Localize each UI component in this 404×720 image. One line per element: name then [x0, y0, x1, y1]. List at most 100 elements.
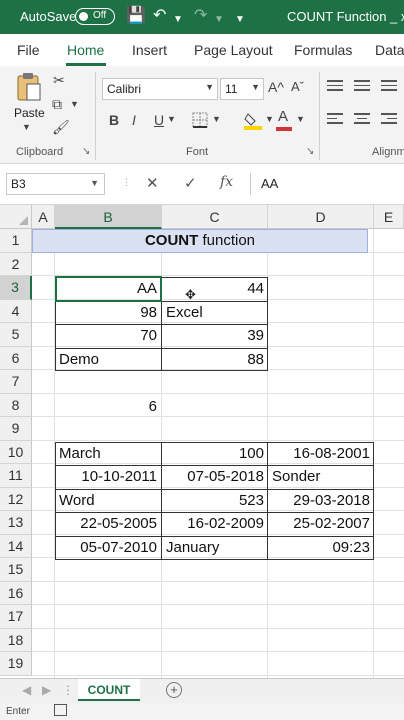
- shrink-font-icon[interactable]: Aˇ: [291, 79, 304, 94]
- cell-c10[interactable]: 100: [162, 442, 268, 466]
- row-header-8[interactable]: 8: [0, 393, 32, 417]
- align-bottom-icon[interactable]: [381, 80, 397, 94]
- borders-dropdown-icon[interactable]: ▼: [212, 114, 221, 124]
- font-color-dropdown-icon[interactable]: ▼: [296, 114, 305, 124]
- align-left-icon[interactable]: [327, 113, 343, 127]
- cell-d14[interactable]: 09:23: [268, 536, 374, 560]
- cell-b10[interactable]: March: [55, 442, 161, 466]
- fill-color-icon[interactable]: [244, 110, 262, 130]
- row-header-9[interactable]: 9: [0, 417, 32, 441]
- cell-b5[interactable]: 70: [55, 324, 161, 348]
- tab-page-layout[interactable]: Page Layout: [194, 42, 273, 58]
- cell-c4[interactable]: Excel: [162, 301, 268, 325]
- cell-b8[interactable]: 6: [55, 395, 161, 419]
- cell-b11[interactable]: 10-10-2011: [55, 465, 161, 489]
- cell-b14[interactable]: 05-07-2010: [55, 536, 161, 560]
- borders-icon[interactable]: [192, 112, 208, 128]
- redo-icon[interactable]: ↷: [194, 7, 207, 25]
- font-color-icon[interactable]: A: [278, 108, 288, 125]
- row-header-2[interactable]: 2: [0, 252, 32, 276]
- column-header-c[interactable]: C: [162, 205, 268, 229]
- save-icon[interactable]: 💾: [126, 7, 146, 25]
- paste-label[interactable]: Paste: [14, 106, 45, 120]
- format-painter-icon[interactable]: 🖌: [52, 119, 70, 136]
- row-header-6[interactable]: 6: [0, 346, 32, 370]
- autosave-toggle[interactable]: Off: [75, 8, 115, 25]
- enter-icon[interactable]: ✓: [184, 174, 197, 192]
- paste-icon[interactable]: [16, 72, 42, 102]
- tab-data[interactable]: Data: [375, 42, 404, 58]
- row-header-10[interactable]: 10: [0, 440, 32, 464]
- cell-d13[interactable]: 25-02-2007: [268, 512, 374, 536]
- prev-sheet-icon[interactable]: ◀: [22, 683, 31, 697]
- cell-c13[interactable]: 16-02-2009: [162, 512, 268, 536]
- add-sheet-button[interactable]: +: [166, 682, 182, 698]
- tab-formulas[interactable]: Formulas: [294, 42, 352, 58]
- sheet-tab-count[interactable]: COUNT: [78, 679, 140, 701]
- underline-button[interactable]: U: [154, 112, 164, 128]
- column-header-d[interactable]: D: [268, 205, 374, 229]
- row-header-12[interactable]: 12: [0, 487, 32, 511]
- cell-c12[interactable]: 523: [162, 489, 268, 513]
- underline-dropdown-icon[interactable]: ▼: [167, 114, 176, 124]
- row-header-11[interactable]: 11: [0, 464, 32, 488]
- sheet-more-icon[interactable]: ⋮: [62, 683, 74, 697]
- font-launcher-icon[interactable]: ↘: [306, 146, 314, 157]
- row-header-19[interactable]: 19: [0, 652, 32, 676]
- align-top-icon[interactable]: [327, 80, 343, 94]
- cell-c5[interactable]: 39: [162, 324, 268, 348]
- align-center-icon[interactable]: [354, 113, 370, 127]
- worksheet-grid[interactable]: A B C D E 1 2 3 4 5 6 7 8 9 10 11 12 13 14 15 16 17 18 19 …: [0, 205, 404, 678]
- row-header-14[interactable]: 14: [0, 534, 32, 558]
- row-header-16[interactable]: 16: [0, 581, 32, 605]
- row-header-7[interactable]: 7: [0, 370, 32, 394]
- cell-b12[interactable]: Word: [55, 489, 161, 513]
- column-header-a[interactable]: A: [32, 205, 55, 229]
- copy-icon[interactable]: ⧉: [52, 96, 62, 113]
- undo-icon[interactable]: ↶: [153, 7, 166, 25]
- grow-font-icon[interactable]: A^: [268, 79, 284, 95]
- redo-dropdown-icon[interactable]: ▼: [214, 11, 224, 29]
- select-all-button[interactable]: [0, 205, 32, 229]
- font-name-combo[interactable]: Calibri ▼: [102, 78, 218, 100]
- font-size-combo[interactable]: 11 ▼: [220, 78, 264, 100]
- paste-dropdown-icon[interactable]: ▼: [22, 122, 31, 132]
- cell-b4[interactable]: 98: [55, 301, 161, 325]
- formula-input[interactable]: AA: [250, 173, 400, 195]
- row-header-5[interactable]: 5: [0, 323, 32, 347]
- tab-insert[interactable]: Insert: [132, 42, 167, 58]
- cut-icon[interactable]: ✂: [53, 72, 65, 89]
- cell-c14[interactable]: January: [162, 536, 268, 560]
- tab-home[interactable]: Home: [67, 42, 104, 58]
- insert-function-icon[interactable]: fx: [220, 174, 233, 190]
- row-header-15[interactable]: 15: [0, 558, 32, 582]
- cell-c11[interactable]: 07-05-2018: [162, 465, 268, 489]
- align-right-icon[interactable]: [381, 113, 397, 127]
- cell-c3[interactable]: 44: [162, 277, 268, 301]
- row-header-1[interactable]: 1: [0, 229, 32, 253]
- cancel-icon[interactable]: ✕: [146, 174, 159, 192]
- tab-file[interactable]: File: [17, 42, 40, 58]
- row-header-4[interactable]: 4: [0, 299, 32, 323]
- undo-dropdown-icon[interactable]: ▼: [173, 11, 183, 29]
- cell-c6[interactable]: 88: [162, 348, 268, 372]
- macro-record-icon[interactable]: [54, 704, 67, 716]
- copy-dropdown-icon[interactable]: ▼: [70, 99, 79, 109]
- row-header-13[interactable]: 13: [0, 511, 32, 535]
- customize-qat-icon[interactable]: ▼: [235, 11, 245, 29]
- italic-button[interactable]: I: [132, 112, 136, 128]
- bold-button[interactable]: B: [109, 112, 119, 128]
- name-box[interactable]: B3 ▼: [6, 173, 105, 195]
- cell-b6[interactable]: Demo: [55, 348, 161, 372]
- align-middle-icon[interactable]: [354, 80, 370, 94]
- row-header-3[interactable]: 3: [0, 276, 32, 300]
- fill-dropdown-icon[interactable]: ▼: [265, 114, 274, 124]
- cell-d10[interactable]: 16-08-2001: [268, 442, 374, 466]
- row-header-18[interactable]: 18: [0, 628, 32, 652]
- next-sheet-icon[interactable]: ▶: [42, 683, 51, 697]
- column-header-b[interactable]: B: [55, 205, 162, 229]
- cell-b13[interactable]: 22-05-2005: [55, 512, 161, 536]
- sheet-title[interactable]: COUNT function: [32, 229, 368, 253]
- cell-d12[interactable]: 29-03-2018: [268, 489, 374, 513]
- column-header-e[interactable]: E: [374, 205, 404, 229]
